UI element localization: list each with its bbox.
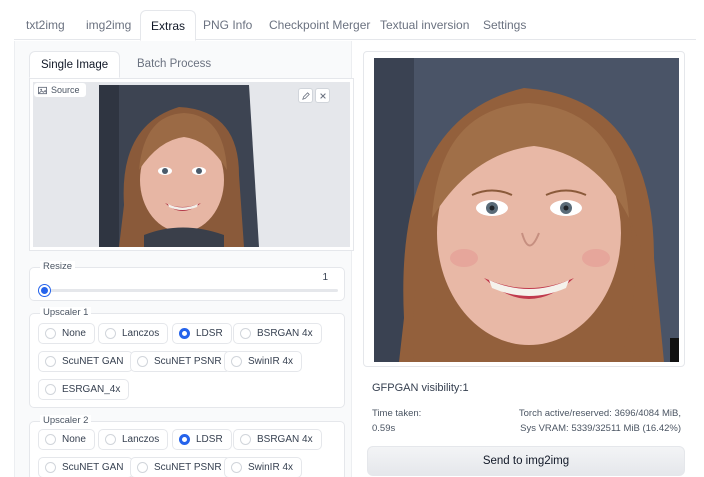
- resize-label: Resize: [40, 261, 76, 273]
- upscaler1-option-scunet-psnr[interactable]: ScuNET PSNR: [130, 351, 231, 372]
- radio-circle: [45, 328, 56, 339]
- radio-circle: [137, 356, 148, 367]
- source-image-area: [33, 82, 350, 247]
- upscaler2-option-lanczos[interactable]: Lanczos: [98, 429, 169, 450]
- radio-circle: [240, 434, 251, 445]
- radio-circle: [231, 462, 242, 473]
- option-label: ScuNET PSNR: [154, 356, 222, 367]
- time-label: Time taken:: [372, 408, 422, 419]
- upscaler1-option-swinir[interactable]: SwinIR 4x: [224, 351, 303, 372]
- tab-batch-process[interactable]: Batch Process: [125, 51, 211, 77]
- upscaler1-option-esrgan[interactable]: ESRGAN_4x: [38, 379, 130, 400]
- upscaler1-option-ldsr[interactable]: LDSR: [172, 323, 232, 344]
- option-label: LDSR: [196, 328, 223, 339]
- close-icon: [319, 92, 326, 99]
- option-label: ESRGAN_4x: [62, 384, 121, 395]
- sys-vram: Sys VRAM: 5339/32511 MiB (16.42%): [520, 423, 681, 434]
- vram-usage: Torch active/reserved: 3696/4084 MiB, Sy…: [519, 406, 681, 436]
- resize-slider-handle[interactable]: [39, 285, 50, 296]
- source-label: Source: [33, 82, 87, 98]
- tab-checkpoint-merger[interactable]: Checkpoint Merger: [269, 10, 370, 40]
- extras-input-panel: Single Image Batch Process Source Resize…: [14, 41, 354, 477]
- upscaler2-option-scunet-gan[interactable]: ScuNET GAN: [38, 457, 133, 477]
- radio-circle: [231, 356, 242, 367]
- radio-circle: [45, 356, 56, 367]
- radio-circle: [179, 434, 190, 445]
- option-label: Lanczos: [122, 434, 160, 445]
- option-label: ScuNET PSNR: [154, 462, 222, 473]
- radio-circle: [45, 462, 56, 473]
- upscaler2-option-bsrgan[interactable]: BSRGAN 4x: [233, 429, 322, 450]
- result-image[interactable]: [374, 58, 679, 362]
- tab-textual-inversion[interactable]: Textual inversion: [380, 10, 469, 40]
- gfpgan-visibility-text: GFPGAN visibility:1: [372, 382, 469, 394]
- main-tab-bar: txt2img img2img Extras PNG Info Checkpoi…: [14, 10, 696, 41]
- radio-circle: [240, 328, 251, 339]
- source-image: [99, 85, 266, 247]
- upscaler1-label: Upscaler 1: [40, 307, 92, 319]
- option-label: BSRGAN 4x: [257, 434, 313, 445]
- radio-circle: [45, 384, 56, 395]
- extras-output-panel: GFPGAN visibility:1 Time taken: 0.59s To…: [363, 51, 685, 477]
- tab-txt2img[interactable]: txt2img: [26, 10, 65, 40]
- tab-png-info[interactable]: PNG Info: [203, 10, 252, 40]
- source-image-dropzone[interactable]: Source: [29, 78, 354, 251]
- upscaler2-option-ldsr[interactable]: LDSR: [172, 429, 232, 450]
- radio-circle: [105, 328, 116, 339]
- option-label: None: [62, 328, 86, 339]
- upscaler1-option-scunet-gan[interactable]: ScuNET GAN: [38, 351, 133, 372]
- upscaler1-option-lanczos[interactable]: Lanczos: [98, 323, 169, 344]
- option-label: BSRGAN 4x: [257, 328, 313, 339]
- tab-extras[interactable]: Extras: [140, 10, 197, 41]
- image-icon: [38, 86, 47, 94]
- resize-slider-block: Resize 1: [29, 261, 345, 301]
- option-label: SwinIR 4x: [248, 462, 294, 473]
- radio-circle: [137, 462, 148, 473]
- upscaler1-option-bsrgan[interactable]: BSRGAN 4x: [233, 323, 322, 344]
- clear-image-button[interactable]: [315, 88, 330, 103]
- resize-value: 1: [322, 272, 328, 283]
- tab-img2img[interactable]: img2img: [86, 10, 131, 40]
- upscaler2-option-none[interactable]: None: [38, 429, 95, 450]
- upscaler2-option-scunet-psnr[interactable]: ScuNET PSNR: [130, 457, 231, 477]
- time-value: 0.59s: [372, 423, 396, 434]
- send-to-img2img-button[interactable]: Send to img2img: [367, 446, 685, 476]
- upscaler1-option-none[interactable]: None: [38, 323, 95, 344]
- tab-single-image[interactable]: Single Image: [29, 51, 121, 78]
- generation-info: Time taken: 0.59s Torch active/reserved:…: [363, 400, 685, 440]
- upscaler1-group: Upscaler 1 None Lanczos LDSR BSRGAN 4x S…: [29, 307, 345, 408]
- time-taken: Time taken: 0.59s: [372, 406, 421, 436]
- tab-settings[interactable]: Settings: [483, 10, 526, 40]
- upscaler2-group: Upscaler 2 None Lanczos LDSR BSRGAN 4x S…: [29, 415, 345, 477]
- resize-slider-track[interactable]: [44, 289, 338, 292]
- torch-memory: Torch active/reserved: 3696/4084 MiB,: [518, 408, 681, 419]
- source-label-text: Source: [51, 85, 80, 95]
- option-label: LDSR: [196, 434, 223, 445]
- pencil-icon: [301, 91, 310, 100]
- edit-button[interactable]: [298, 88, 313, 103]
- option-label: None: [62, 434, 86, 445]
- radio-circle: [105, 434, 116, 445]
- radio-circle: [45, 434, 56, 445]
- upscaler2-option-swinir[interactable]: SwinIR 4x: [224, 457, 303, 477]
- upscaler2-label: Upscaler 2: [40, 415, 92, 427]
- result-gallery: [363, 51, 685, 367]
- option-label: ScuNET GAN: [62, 462, 124, 473]
- option-label: ScuNET GAN: [62, 356, 124, 367]
- option-label: SwinIR 4x: [248, 356, 294, 367]
- option-label: Lanczos: [122, 328, 160, 339]
- radio-circle: [179, 328, 190, 339]
